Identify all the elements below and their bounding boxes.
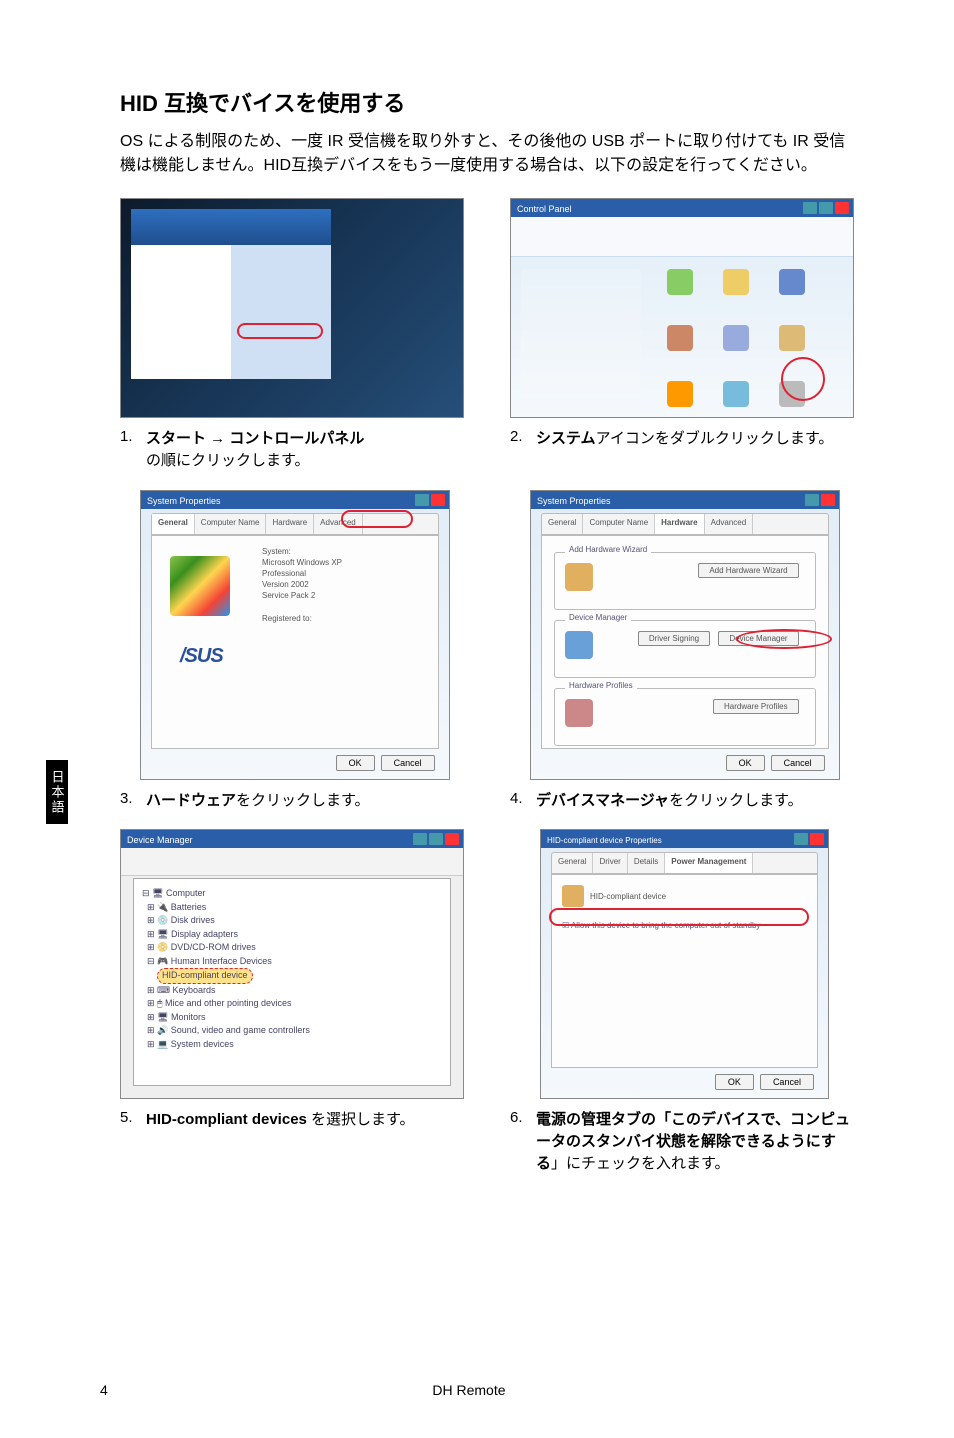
screenshot-system-properties-general: System Properties General Computer Name … <box>140 490 450 780</box>
device-tree[interactable]: ⊟ 🖥 Computer ⊞ 🔌 Batteries ⊞ 💿 Disk driv… <box>133 878 451 1086</box>
cancel-button[interactable]: Cancel <box>381 755 435 771</box>
doc-title-footer: DH Remote <box>432 1382 505 1398</box>
driver-signing-button[interactable]: Driver Signing <box>638 631 710 646</box>
cancel-button[interactable]: Cancel <box>760 1074 814 1090</box>
step-5-caption: HID-compliant devices を選択します。 <box>146 1109 415 1131</box>
hid-compliant-device-item[interactable]: HID-compliant device <box>157 968 253 984</box>
step-number: 5. <box>120 1109 136 1126</box>
ok-button[interactable]: OK <box>715 1074 754 1090</box>
intro-paragraph: OS による制限のため、一度 IR 受信機を取り外すと、その後他の USB ポー… <box>120 130 854 178</box>
screenshot-control-panel: Control Panel <box>510 198 854 418</box>
step-2-caption: システムアイコンをダブルクリックします。 <box>536 428 833 450</box>
device-manager-button[interactable]: Device Manager <box>718 631 798 646</box>
step-1-caption: スタート → コントロールパネルの順にクリックします。 <box>146 428 364 472</box>
side-language-tab: 日本語 <box>46 760 68 824</box>
step-number: 1. <box>120 428 136 445</box>
hardware-profiles-button[interactable]: Hardware Profiles <box>713 699 799 714</box>
step-number: 6. <box>510 1109 526 1126</box>
step-number: 2. <box>510 428 526 445</box>
asus-logo: /SUS <box>180 645 223 668</box>
step-3-caption: ハードウェアをクリックします。 <box>146 790 370 812</box>
step-number: 3. <box>120 790 136 807</box>
add-hardware-wizard-button[interactable]: Add Hardware Wizard <box>698 563 798 578</box>
screenshot-hid-properties-power: HID-compliant device Properties General … <box>540 829 829 1099</box>
screenshot-device-manager: Device Manager ⊟ 🖥 Computer ⊞ 🔌 Batterie… <box>120 829 464 1099</box>
screenshot-start-menu <box>120 198 464 418</box>
ok-button[interactable]: OK <box>726 755 765 771</box>
page-heading: HID 互換でバイスを使用する <box>120 86 854 118</box>
cancel-button[interactable]: Cancel <box>771 755 825 771</box>
screenshot-system-properties-hardware: System Properties General Computer Name … <box>530 490 840 780</box>
ok-button[interactable]: OK <box>336 755 375 771</box>
page-number: 4 <box>100 1382 108 1398</box>
step-number: 4. <box>510 790 526 807</box>
step-6-caption: 電源の管理タブの「このデバイスで、コンピュータのスタンバイ状態を解除できるように… <box>536 1109 854 1174</box>
step-4-caption: デバイスマネージャをクリックします。 <box>536 790 803 812</box>
